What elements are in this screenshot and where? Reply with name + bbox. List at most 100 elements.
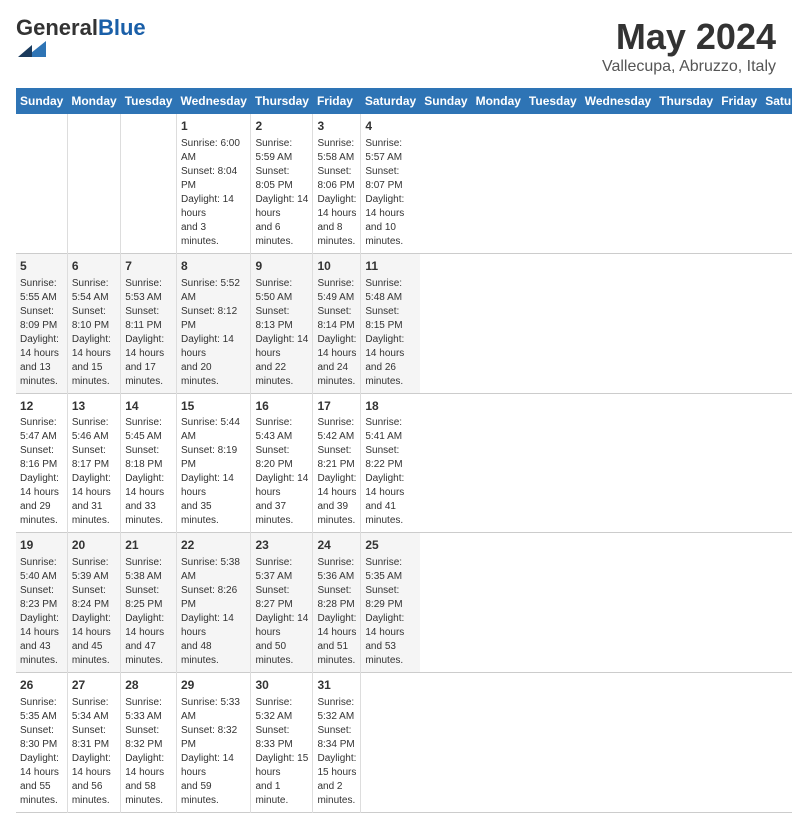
calendar-header-row: SundayMondayTuesdayWednesdayThursdayFrid… [16,88,792,114]
subtitle: Vallecupa, Abruzzo, Italy [602,58,776,76]
calendar-cell: 18Sunrise: 5:41 AM Sunset: 8:22 PM Dayli… [361,393,420,533]
logo: GeneralBlue [16,16,146,64]
day-number: 1 [181,118,246,135]
day-number: 20 [72,537,116,554]
day-number: 30 [255,677,308,694]
calendar-week-row: 1 Sunrise: 6:00 AM Sunset: 8:04 PM Daylig… [16,114,792,253]
day-number: 21 [125,537,172,554]
day-content: Sunrise: 5:35 AM Sunset: 8:30 PM Dayligh… [20,696,63,808]
day-header-friday: Friday [313,88,361,114]
day-number: 29 [181,677,246,694]
day-number: 3 [317,118,356,135]
calendar-cell: 15Sunrise: 5:44 AM Sunset: 8:19 PM Dayli… [176,393,250,533]
calendar-cell: 6Sunrise: 5:54 AM Sunset: 8:10 PM Daylig… [67,253,120,393]
day-content: Sunrise: 5:49 AM Sunset: 8:14 PM Dayligh… [317,277,356,389]
day-content: Sunrise: 5:45 AM Sunset: 8:18 PM Dayligh… [125,416,172,528]
day-header-saturday: Saturday [361,88,420,114]
day-number: 8 [181,258,246,275]
day-header-sunday: Sunday [16,88,67,114]
day-number: 7 [125,258,172,275]
day-content: Sunrise: 5:32 AM Sunset: 8:34 PM Dayligh… [317,696,356,808]
day-content: Sunrise: 5:54 AM Sunset: 8:10 PM Dayligh… [72,277,116,389]
calendar-cell: 23Sunrise: 5:37 AM Sunset: 8:27 PM Dayli… [251,533,313,673]
page-header: GeneralBlue May 2024 Vallecupa, Abruzzo,… [16,16,776,76]
day-content: Sunrise: 5:53 AM Sunset: 8:11 PM Dayligh… [125,277,172,389]
day-header-monday: Monday [67,88,120,114]
day-header-sunday: Sunday [420,88,471,114]
calendar-cell: 13Sunrise: 5:46 AM Sunset: 8:17 PM Dayli… [67,393,120,533]
day-number: 16 [255,398,308,415]
day-header-saturday: Saturday [761,88,792,114]
day-content: Sunrise: 6:00 AM Sunset: 8:04 PM Dayligh… [181,137,246,249]
day-number: 17 [317,398,356,415]
day-number: 12 [20,398,63,415]
calendar-cell: 19Sunrise: 5:40 AM Sunset: 8:23 PM Dayli… [16,533,67,673]
day-number: 5 [20,258,63,275]
calendar-cell [361,673,420,813]
day-number: 14 [125,398,172,415]
day-number: 15 [181,398,246,415]
calendar-cell: 26 Sunrise: 5:35 AM Sunset: 8:30 PM Dayli… [16,673,67,813]
day-header-monday: Monday [472,88,525,114]
day-content: Sunrise: 5:50 AM Sunset: 8:13 PM Dayligh… [255,277,308,389]
day-content: Sunrise: 5:39 AM Sunset: 8:24 PM Dayligh… [72,556,116,668]
calendar-cell: 1 Sunrise: 6:00 AM Sunset: 8:04 PM Daylig… [176,114,250,253]
day-content: Sunrise: 5:42 AM Sunset: 8:21 PM Dayligh… [317,416,356,528]
calendar-cell [16,114,67,253]
day-number: 26 [20,677,63,694]
day-number: 9 [255,258,308,275]
day-header-thursday: Thursday [251,88,313,114]
calendar-cell: 16Sunrise: 5:43 AM Sunset: 8:20 PM Dayli… [251,393,313,533]
calendar-cell: 22Sunrise: 5:38 AM Sunset: 8:26 PM Dayli… [176,533,250,673]
logo-general-text: General [16,15,98,40]
calendar-cell: 7 Sunrise: 5:53 AM Sunset: 8:11 PM Daylig… [121,253,177,393]
day-content: Sunrise: 5:58 AM Sunset: 8:06 PM Dayligh… [317,137,356,249]
calendar-cell: 29Sunrise: 5:33 AM Sunset: 8:32 PM Dayli… [176,673,250,813]
day-content: Sunrise: 5:59 AM Sunset: 8:05 PM Dayligh… [255,137,308,249]
day-number: 22 [181,537,246,554]
day-content: Sunrise: 5:55 AM Sunset: 8:09 PM Dayligh… [20,277,63,389]
calendar-cell: 3 Sunrise: 5:58 AM Sunset: 8:06 PM Daylig… [313,114,361,253]
main-title: May 2024 [602,16,776,58]
day-content: Sunrise: 5:52 AM Sunset: 8:12 PM Dayligh… [181,277,246,389]
day-number: 25 [365,537,416,554]
title-block: May 2024 Vallecupa, Abruzzo, Italy [602,16,776,76]
calendar-cell [67,114,120,253]
day-number: 4 [365,118,416,135]
calendar-cell: 4 Sunrise: 5:57 AM Sunset: 8:07 PM Daylig… [361,114,420,253]
day-number: 31 [317,677,356,694]
day-header-wednesday: Wednesday [176,88,250,114]
calendar-cell [121,114,177,253]
day-content: Sunrise: 5:44 AM Sunset: 8:19 PM Dayligh… [181,416,246,528]
calendar-cell: 24Sunrise: 5:36 AM Sunset: 8:28 PM Dayli… [313,533,361,673]
day-number: 11 [365,258,416,275]
day-content: Sunrise: 5:37 AM Sunset: 8:27 PM Dayligh… [255,556,308,668]
day-content: Sunrise: 5:38 AM Sunset: 8:25 PM Dayligh… [125,556,172,668]
day-number: 19 [20,537,63,554]
day-content: Sunrise: 5:47 AM Sunset: 8:16 PM Dayligh… [20,416,63,528]
day-number: 24 [317,537,356,554]
calendar-cell: 31 Sunrise: 5:32 AM Sunset: 8:34 PM Dayli… [313,673,361,813]
calendar-week-row: 26 Sunrise: 5:35 AM Sunset: 8:30 PM Dayli… [16,673,792,813]
calendar-week-row: 12Sunrise: 5:47 AM Sunset: 8:16 PM Dayli… [16,393,792,533]
calendar-cell: 27 Sunrise: 5:34 AM Sunset: 8:31 PM Dayli… [67,673,120,813]
calendar-cell: 14Sunrise: 5:45 AM Sunset: 8:18 PM Dayli… [121,393,177,533]
day-number: 2 [255,118,308,135]
day-content: Sunrise: 5:34 AM Sunset: 8:31 PM Dayligh… [72,696,116,808]
day-number: 10 [317,258,356,275]
day-number: 18 [365,398,416,415]
calendar-cell: 12Sunrise: 5:47 AM Sunset: 8:16 PM Dayli… [16,393,67,533]
day-number: 27 [72,677,116,694]
calendar-cell: 11Sunrise: 5:48 AM Sunset: 8:15 PM Dayli… [361,253,420,393]
day-header-wednesday: Wednesday [581,88,655,114]
logo-blue-text: Blue [98,15,146,40]
calendar-cell: 5 Sunrise: 5:55 AM Sunset: 8:09 PM Daylig… [16,253,67,393]
day-number: 28 [125,677,172,694]
day-header-tuesday: Tuesday [525,88,581,114]
day-header-thursday: Thursday [655,88,717,114]
day-header-tuesday: Tuesday [121,88,177,114]
calendar-week-row: 5 Sunrise: 5:55 AM Sunset: 8:09 PM Daylig… [16,253,792,393]
day-content: Sunrise: 5:57 AM Sunset: 8:07 PM Dayligh… [365,137,416,249]
calendar-cell: 30Sunrise: 5:32 AM Sunset: 8:33 PM Dayli… [251,673,313,813]
day-content: Sunrise: 5:43 AM Sunset: 8:20 PM Dayligh… [255,416,308,528]
